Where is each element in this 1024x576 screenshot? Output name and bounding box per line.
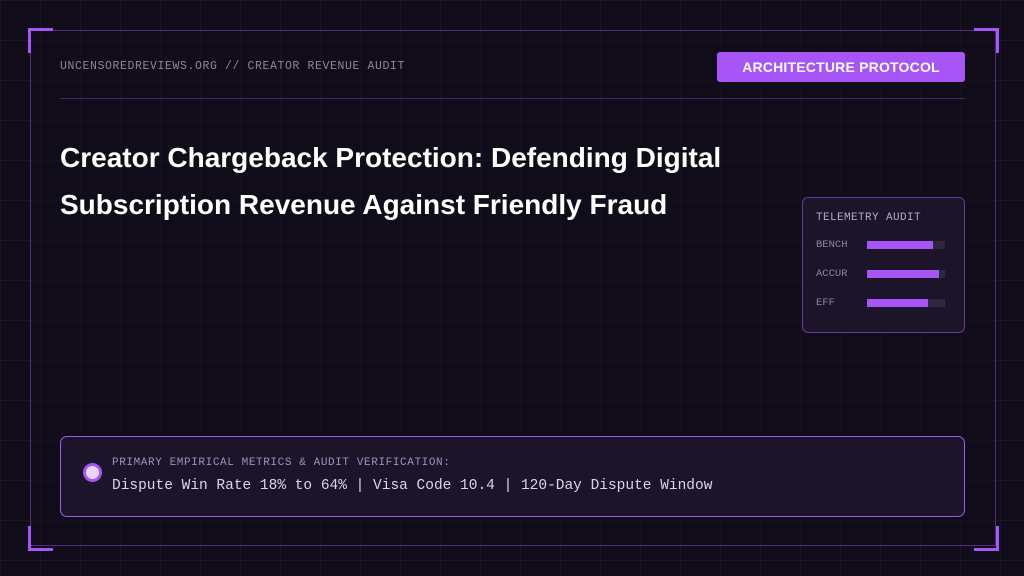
telemetry-label: BENCH (816, 239, 848, 251)
telemetry-title: TELEMETRY AUDIT (816, 212, 922, 224)
status-dot-icon (83, 463, 102, 482)
metrics-panel: PRIMARY EMPIRICAL METRICS & AUDIT VERIFI… (60, 436, 965, 517)
corner-bracket-top-left (28, 28, 53, 53)
metrics-values: Dispute Win Rate 18% to 64% | Visa Code … (112, 478, 713, 494)
telemetry-bar-track (867, 270, 945, 278)
corner-bracket-top-right (974, 28, 999, 53)
metrics-heading: PRIMARY EMPIRICAL METRICS & AUDIT VERIFI… (112, 457, 451, 469)
telemetry-bar-track (867, 299, 945, 307)
page-title: Creator Chargeback Protection: Defending… (60, 142, 722, 220)
header-divider (60, 98, 965, 99)
telemetry-bar-fill (867, 270, 939, 278)
corner-bracket-bottom-right (974, 526, 999, 551)
corner-bracket-bottom-left (28, 526, 53, 551)
telemetry-row-eff: EFF (816, 297, 946, 309)
telemetry-row-bench: BENCH (816, 239, 946, 251)
protocol-badge: ARCHITECTURE PROTOCOL (717, 52, 965, 82)
telemetry-bar-track (867, 241, 945, 249)
telemetry-row-accur: ACCUR (816, 268, 946, 280)
telemetry-label: ACCUR (816, 268, 848, 280)
telemetry-bar-fill (867, 241, 934, 249)
site-label: UNCENSOREDREVIEWS.ORG // CREATOR REVENUE… (60, 60, 406, 73)
telemetry-panel: TELEMETRY AUDIT BENCH ACCUR EFF (802, 197, 965, 333)
telemetry-label: EFF (816, 297, 835, 309)
telemetry-bar-fill (867, 299, 928, 307)
